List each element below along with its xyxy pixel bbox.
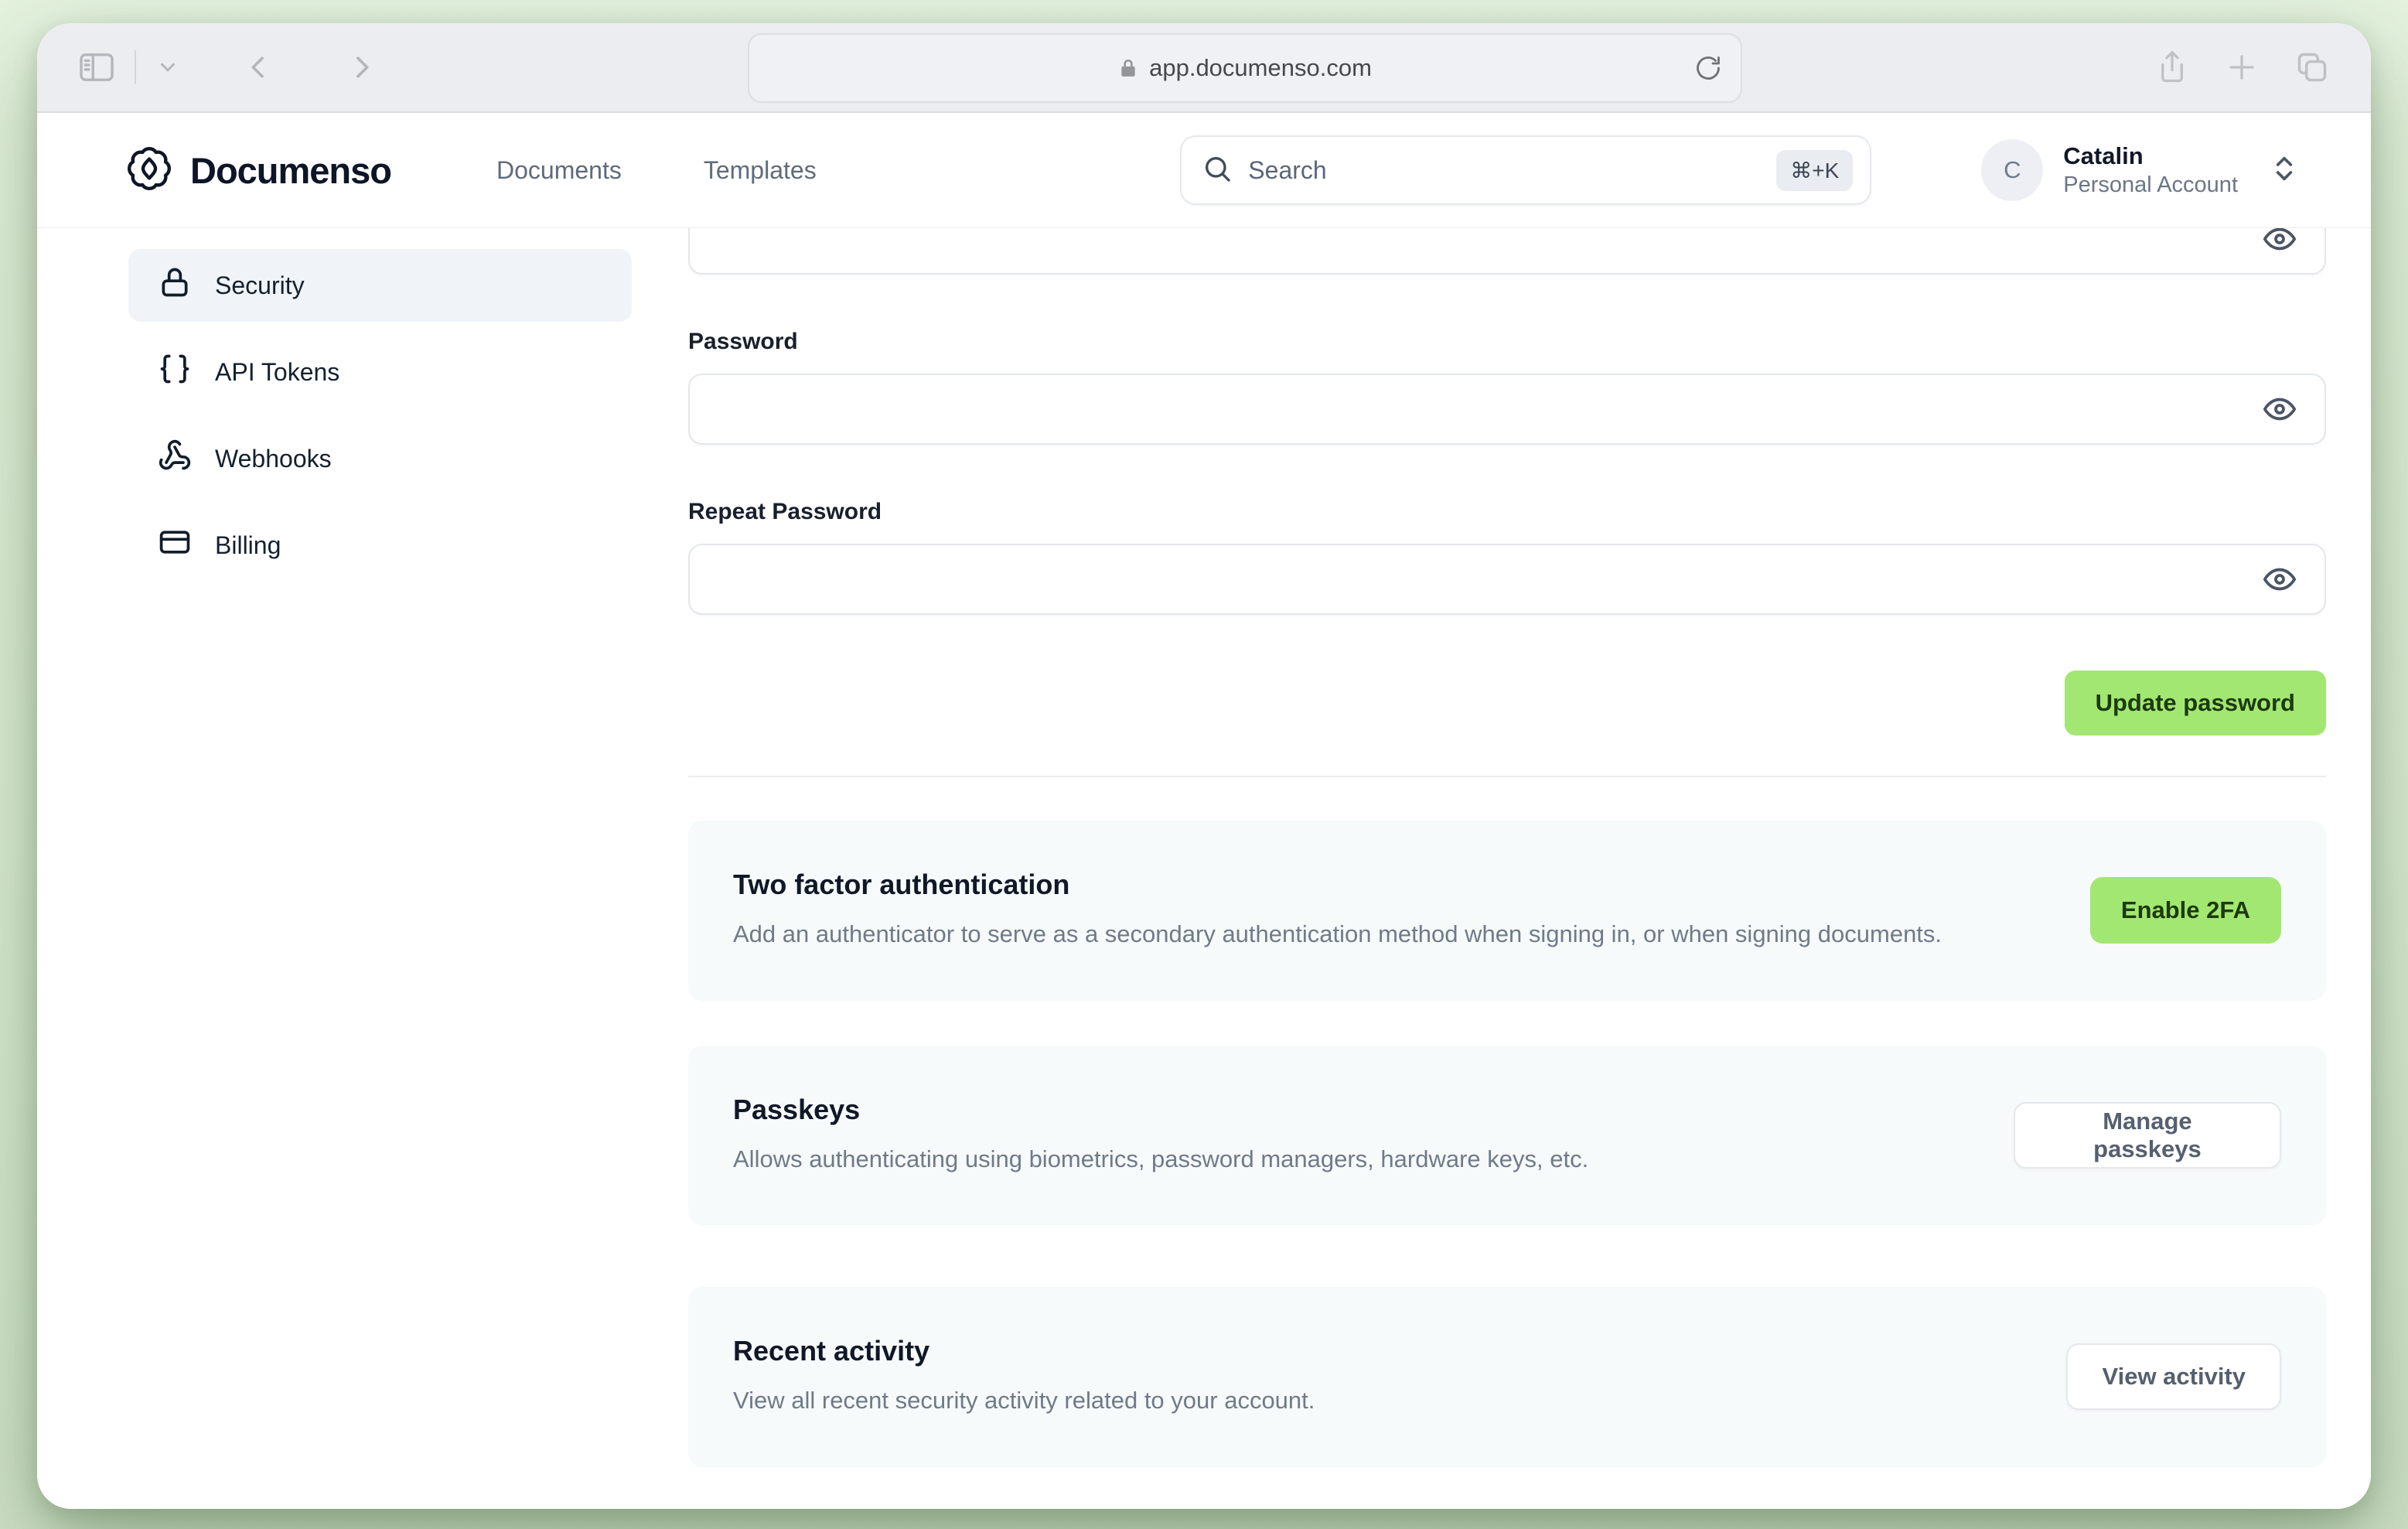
share-icon[interactable] <box>2156 49 2188 85</box>
sidebar-item-label: Billing <box>215 531 281 559</box>
ssl-lock-icon <box>1118 56 1138 80</box>
new-tab-icon[interactable] <box>2226 51 2258 84</box>
two-factor-card: Two factor authentication Add an authent… <box>688 821 2326 1001</box>
current-password-field[interactable] <box>688 228 2326 275</box>
two-factor-description: Add an authenticator to serve as a secon… <box>733 920 1942 947</box>
search-shortcut-badge: ⌘+K <box>1776 149 1854 191</box>
address-url: app.documenso.com <box>1149 54 1372 81</box>
search-bar[interactable]: ⌘+K <box>1180 135 1872 205</box>
webhook-icon <box>158 439 192 479</box>
brand[interactable]: Documenso <box>125 145 392 196</box>
top-navigation: Documents Templates <box>478 144 835 197</box>
sidebar-item-api-tokens[interactable]: API Tokens <box>128 336 632 408</box>
browser-toolbar: app.documenso.com <box>37 23 2371 113</box>
password-label: Password <box>688 329 798 354</box>
sidebar-item-label: Security <box>215 271 305 299</box>
repeat-password-label: Repeat Password <box>688 499 882 524</box>
manage-passkeys-button[interactable]: Manage passkeys <box>2013 1101 2281 1169</box>
forward-icon[interactable] <box>346 52 377 83</box>
update-password-button[interactable]: Update password <box>2064 671 2326 735</box>
sidebar-item-label: Webhooks <box>215 444 332 473</box>
sidebar-item-webhooks[interactable]: Webhooks <box>128 422 632 495</box>
view-activity-button[interactable]: View activity <box>2066 1343 2281 1411</box>
braces-icon <box>158 352 192 392</box>
toolbar-divider <box>135 50 136 84</box>
credit-card-icon <box>158 525 192 565</box>
repeat-password-input[interactable] <box>690 545 2324 613</box>
section-divider <box>688 776 2326 777</box>
passkeys-description: Allows authenticating using biometrics, … <box>733 1145 1589 1172</box>
account-menu[interactable]: C Catalin Personal Account <box>1981 139 2300 201</box>
settings-sidebar: Security API Tokens Webhooks Billing <box>128 228 632 1509</box>
eye-icon[interactable] <box>2252 381 2307 437</box>
security-settings-panel: Password Repeat Password Update password <box>688 228 2326 1509</box>
brand-name: Documenso <box>190 149 392 191</box>
reload-icon[interactable] <box>1694 54 1722 82</box>
avatar: C <box>1981 139 2044 201</box>
current-password-input[interactable] <box>690 228 2324 273</box>
two-factor-title: Two factor authentication <box>733 869 1070 900</box>
browser-window: app.documenso.com Documenso Documents Te… <box>37 23 2371 1509</box>
passkeys-title: Passkeys <box>733 1093 861 1125</box>
enable-2fa-button[interactable]: Enable 2FA <box>2089 877 2281 944</box>
documenso-logo-icon <box>125 145 173 196</box>
search-icon <box>1202 153 1233 188</box>
nav-documents[interactable]: Documents <box>478 144 640 197</box>
app-header: Documenso Documents Templates ⌘+K C Cata… <box>37 113 2371 228</box>
sidebar-item-label: API Tokens <box>215 357 340 386</box>
sidebar-toggle-icon[interactable] <box>79 52 114 83</box>
user-account-type: Personal Account <box>2063 172 2238 198</box>
back-icon[interactable] <box>243 52 274 83</box>
password-field[interactable] <box>688 374 2326 445</box>
recent-activity-card: Recent activity View all recent security… <box>688 1287 2326 1467</box>
eye-icon[interactable] <box>2252 228 2307 267</box>
tab-overview-icon[interactable] <box>2295 50 2329 84</box>
passkeys-card: Passkeys Allows authenticating using bio… <box>688 1045 2326 1225</box>
address-bar[interactable]: app.documenso.com <box>748 33 1742 103</box>
chevron-up-down-icon <box>2269 153 2300 188</box>
recent-activity-description: View all recent security activity relate… <box>733 1387 1315 1414</box>
lock-icon <box>158 265 192 305</box>
repeat-password-field[interactable] <box>688 544 2326 615</box>
eye-icon[interactable] <box>2252 551 2307 607</box>
sidebar-chevron-down-icon[interactable] <box>156 56 179 79</box>
recent-activity-title: Recent activity <box>733 1335 930 1367</box>
user-name: Catalin <box>2063 142 2144 169</box>
sidebar-item-billing[interactable]: Billing <box>128 509 632 582</box>
sidebar-item-security[interactable]: Security <box>128 249 632 322</box>
search-input[interactable] <box>1248 155 1762 185</box>
password-input[interactable] <box>690 375 2324 443</box>
nav-templates[interactable]: Templates <box>685 144 835 197</box>
